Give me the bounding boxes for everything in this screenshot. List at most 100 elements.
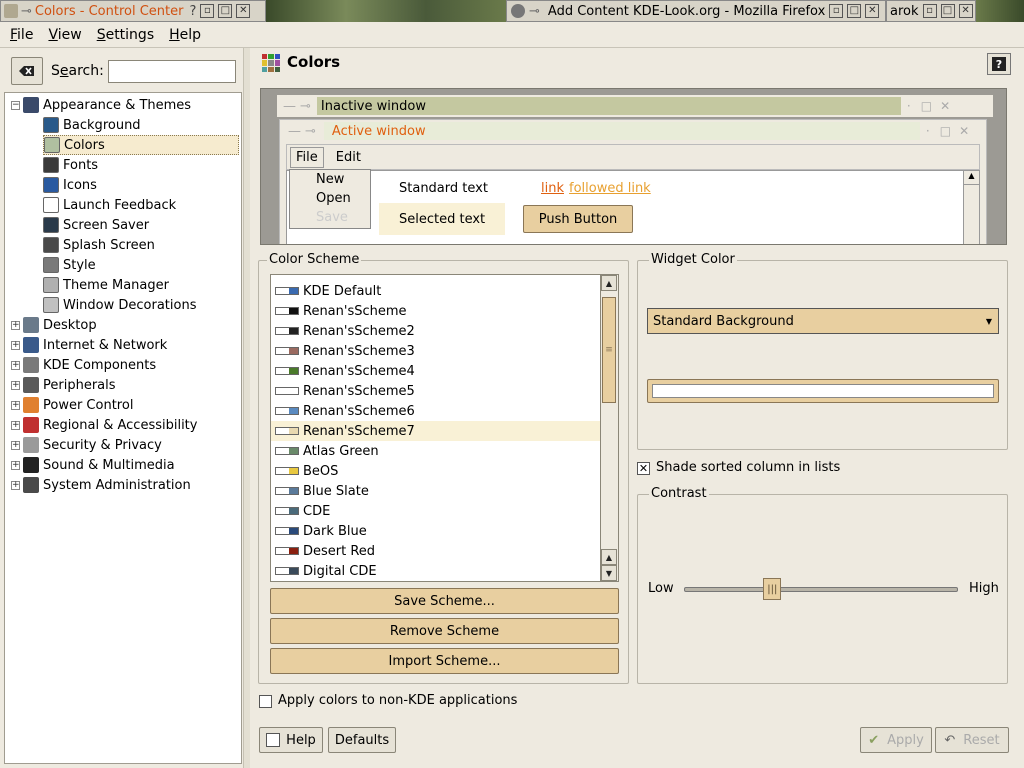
help-icon[interactable]: ?: [189, 4, 196, 19]
tree-item-colors[interactable]: Colors: [43, 135, 239, 155]
contrast-slider-thumb[interactable]: |||: [763, 578, 782, 600]
scheme-item[interactable]: Renan'sScheme7: [271, 421, 601, 441]
tree-item-theme-manager[interactable]: Theme Manager: [43, 275, 239, 295]
scheme-swatch-icon: [275, 407, 299, 415]
scheme-item[interactable]: Desert Red: [271, 541, 601, 561]
widget-color-select[interactable]: Standard Background ▼: [647, 308, 999, 334]
pin-icon: ⊸: [21, 3, 32, 19]
tree-item-sound-multimedia[interactable]: + Sound & Multimedia: [5, 455, 239, 475]
scheme-item[interactable]: Renan'sScheme: [271, 301, 601, 321]
shade-sorted-checkbox[interactable]: ✕: [637, 462, 650, 475]
whats-this-button[interactable]: ?: [987, 53, 1011, 75]
tree-item-kde-components[interactable]: + KDE Components: [5, 355, 239, 375]
scheme-item[interactable]: Renan'sScheme4: [271, 361, 601, 381]
color-preview[interactable]: — ⊸ Inactive window · □ ✕ — ⊸ Active win…: [260, 88, 1007, 245]
active-window-title: Active window: [331, 123, 426, 139]
tree-item-window-decorations[interactable]: Window Decorations: [43, 295, 239, 315]
menu-file[interactable]: File: [5, 27, 38, 43]
tree-item-system-administration[interactable]: + System Administration: [5, 475, 239, 495]
clear-search-button[interactable]: [11, 57, 43, 85]
taskbar-task-firefox[interactable]: ⊸ Add Content KDE-Look.org - Mozilla Fir…: [506, 0, 886, 22]
help-button-label: Help: [286, 732, 316, 748]
tree-item-label: Internet & Network: [43, 337, 168, 353]
tree-item-label: Theme Manager: [63, 277, 169, 293]
scroll-up-button[interactable]: ▲: [601, 549, 617, 565]
widget-color-button[interactable]: [647, 379, 999, 403]
expand-icon[interactable]: +: [11, 400, 20, 410]
expand-icon[interactable]: +: [11, 420, 20, 430]
scroll-up-button[interactable]: ▲: [601, 275, 617, 291]
close-icon[interactable]: ✕: [236, 4, 251, 18]
scroll-thumb[interactable]: ≡: [602, 297, 616, 403]
minimize-icon[interactable]: ▫: [200, 4, 215, 18]
tree-item-desktop[interactable]: + Desktop: [5, 315, 239, 335]
tree-item-style[interactable]: Style: [43, 255, 239, 275]
scheme-item[interactable]: BeOS: [271, 461, 601, 481]
scheme-item[interactable]: Blue Slate: [271, 481, 601, 501]
scheme-item[interactable]: Renan'sScheme6: [271, 401, 601, 421]
expand-icon[interactable]: +: [11, 480, 20, 490]
minimize-icon[interactable]: ▫: [829, 4, 844, 18]
menu-view[interactable]: View: [43, 27, 86, 43]
menu-settings[interactable]: Settings: [92, 27, 159, 43]
tree-item-background[interactable]: Background: [43, 115, 239, 135]
menu-help[interactable]: Help: [164, 27, 206, 43]
tree-item-label: Icons: [63, 177, 97, 193]
colors-icon-tile: [262, 66, 268, 72]
scheme-item[interactable]: Atlas Green: [271, 441, 601, 461]
taskbar-task-control-center[interactable]: ⊸ Colors - Control Center ? ▫ □ ✕: [0, 0, 266, 22]
apply-non-kde-checkbox[interactable]: [259, 695, 272, 708]
tree-item-fonts[interactable]: Fonts: [43, 155, 239, 175]
tree-item-splash-screen[interactable]: Splash Screen: [43, 235, 239, 255]
scheme-item[interactable]: Renan'sScheme2: [271, 321, 601, 341]
expand-icon[interactable]: +: [11, 380, 20, 390]
scheme-item[interactable]: Renan'sScheme5: [271, 381, 601, 401]
help-button[interactable]: Help: [259, 727, 323, 753]
color-scheme-list[interactable]: KDE Default Renan'sScheme Renan'sScheme2 Re…: [270, 274, 619, 582]
maximize-icon[interactable]: □: [847, 4, 862, 18]
maximize-icon[interactable]: □: [218, 4, 233, 18]
expand-icon[interactable]: +: [11, 460, 20, 470]
expand-icon[interactable]: +: [11, 440, 20, 450]
tree-item-security-privacy[interactable]: + Security & Privacy: [5, 435, 239, 455]
scroll-down-button[interactable]: ▼: [601, 565, 617, 581]
expand-icon[interactable]: +: [11, 320, 20, 330]
scheme-item[interactable]: Digital CDE: [271, 561, 601, 581]
minimize-icon[interactable]: ▫: [922, 4, 937, 18]
scheme-item[interactable]: CDE: [271, 501, 601, 521]
contrast-slider-track[interactable]: [684, 587, 958, 592]
scheme-item[interactable]: KDE Default: [271, 281, 601, 301]
tree-item-label: Background: [63, 117, 141, 133]
fonts-icon: [43, 157, 59, 173]
tree-item-icons[interactable]: Icons: [43, 175, 239, 195]
apply-button[interactable]: ✔ Apply: [860, 727, 932, 753]
tree-item-screen-saver[interactable]: Screen Saver: [43, 215, 239, 235]
save-scheme-button[interactable]: Save Scheme...: [270, 588, 619, 614]
close-icon: ✕: [959, 124, 970, 138]
expand-icon[interactable]: +: [11, 340, 20, 350]
scheme-item[interactable]: Dark Blue: [271, 521, 601, 541]
tree-item-regional-accessibility[interactable]: + Regional & Accessibility: [5, 415, 239, 435]
taskbar-task-arok[interactable]: arok ▫ □ ✕: [886, 0, 976, 22]
remove-scheme-button[interactable]: Remove Scheme: [270, 618, 619, 644]
tree-item-launch-feedback[interactable]: Launch Feedback: [43, 195, 239, 215]
close-icon[interactable]: ✕: [958, 4, 973, 18]
active-window-titlebar: — ⊸ Active window · □ ✕: [280, 120, 986, 142]
tree-item-appearance-themes[interactable]: − Appearance & Themes: [5, 95, 239, 115]
tree-item-internet-network[interactable]: + Internet & Network: [5, 335, 239, 355]
scheme-item[interactable]: Renan'sScheme3: [271, 341, 601, 361]
reset-button[interactable]: ↶ Reset: [935, 727, 1009, 753]
scheme-list-scrollbar[interactable]: ▲ ≡ ▲ ▼: [600, 275, 618, 581]
collapse-icon[interactable]: −: [11, 100, 20, 110]
maximize-icon[interactable]: □: [940, 4, 955, 18]
search-input[interactable]: [108, 60, 236, 83]
tree-item-peripherals[interactable]: + Peripherals: [5, 375, 239, 395]
expand-icon[interactable]: +: [11, 360, 20, 370]
icons-icon: [43, 177, 59, 193]
desktop-wallpaper-strip: [976, 0, 1024, 22]
close-icon[interactable]: ✕: [865, 4, 880, 18]
tree-item-power-control[interactable]: + Power Control: [5, 395, 239, 415]
splitter-handle[interactable]: [243, 48, 250, 768]
defaults-button[interactable]: Defaults: [328, 727, 396, 753]
import-scheme-button[interactable]: Import Scheme...: [270, 648, 619, 674]
